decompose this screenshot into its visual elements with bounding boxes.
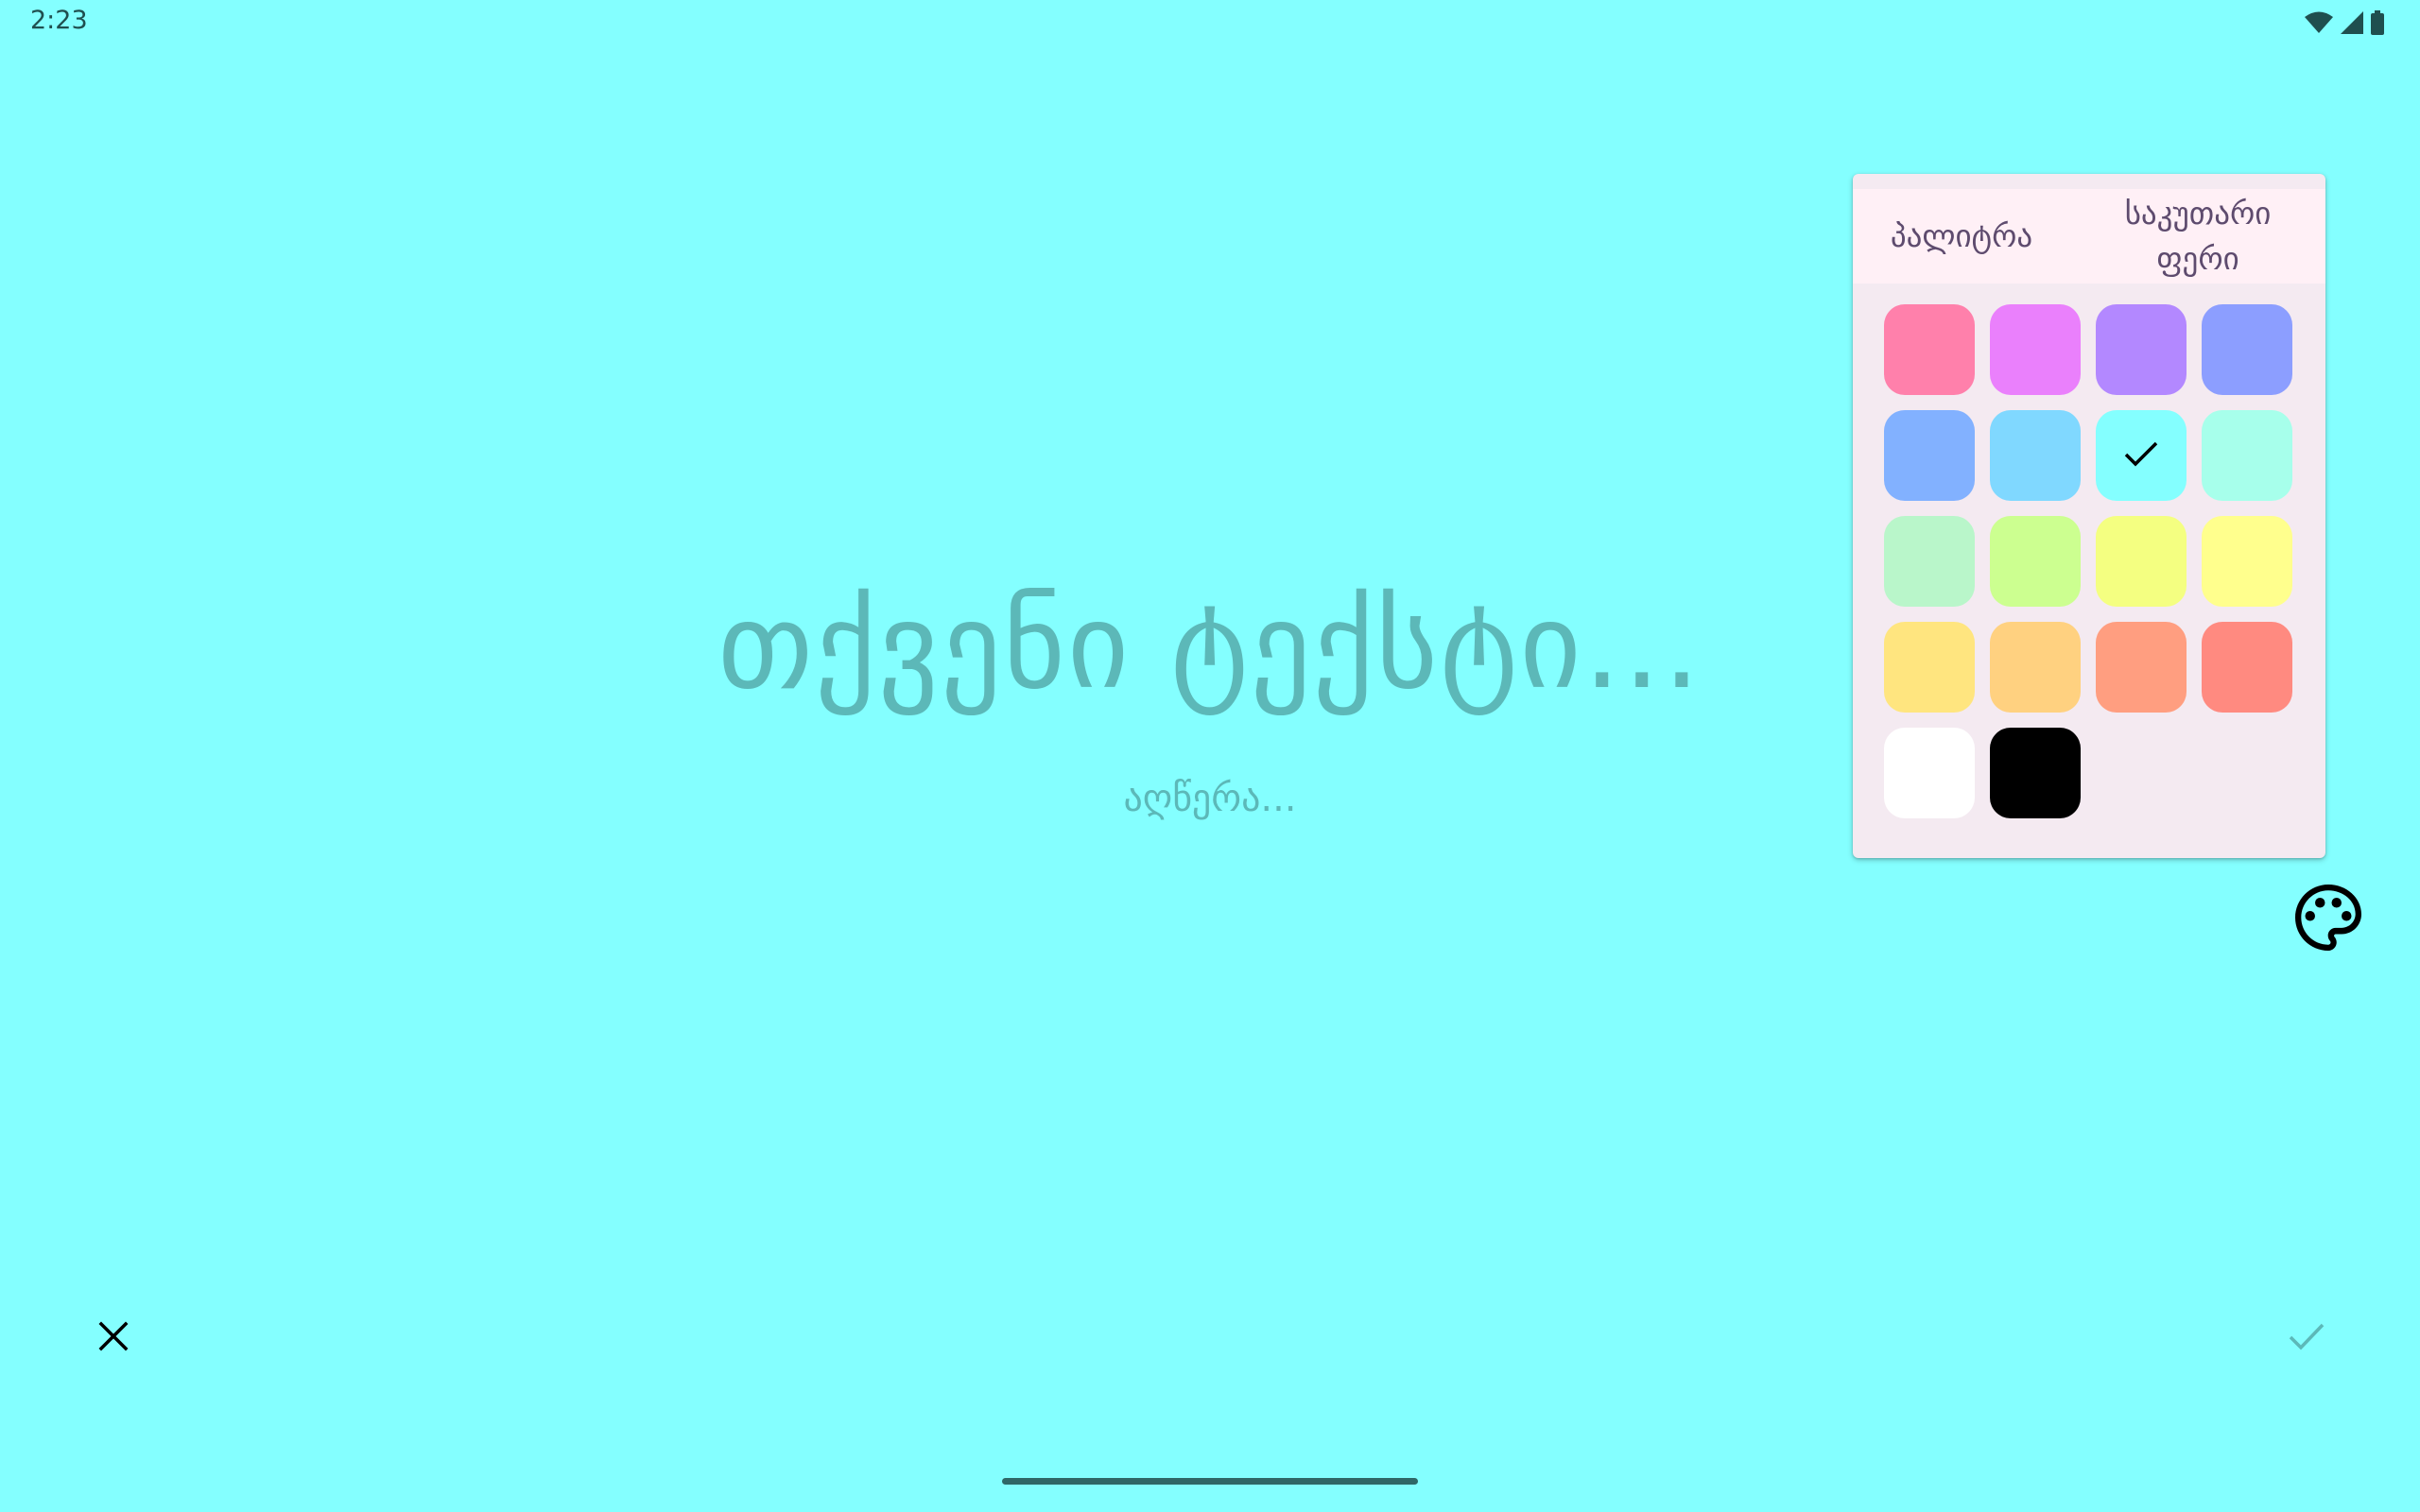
color-swatch[interactable] xyxy=(2202,304,2292,395)
confirm-button[interactable] xyxy=(2278,1310,2335,1366)
color-swatch[interactable] xyxy=(1884,516,1975,607)
color-swatch-selected[interactable] xyxy=(2096,410,2187,501)
tab-custom-color-label: საკუთარი ფერი xyxy=(2124,195,2272,277)
wifi-icon xyxy=(2305,11,2333,34)
check-icon xyxy=(2288,1321,2325,1355)
palette-icon xyxy=(2289,878,2368,961)
color-swatch[interactable] xyxy=(1990,304,2081,395)
check-icon xyxy=(2122,438,2160,472)
color-picker-popup: პალიტრა საკუთარი ფერი xyxy=(1853,174,2325,858)
palette-button[interactable] xyxy=(2288,879,2369,960)
battery-icon xyxy=(2371,10,2384,35)
color-swatch[interactable] xyxy=(1990,622,2081,713)
home-indicator[interactable] xyxy=(1002,1478,1418,1485)
color-swatch[interactable] xyxy=(2096,516,2187,607)
tab-custom-color[interactable]: საკუთარი ფერი xyxy=(2070,189,2325,284)
close-button[interactable] xyxy=(85,1310,142,1366)
tab-palette[interactable]: პალიტრა xyxy=(1853,189,2070,284)
color-swatch[interactable] xyxy=(1990,410,2081,501)
status-time: 2:23 xyxy=(30,6,88,35)
color-swatch[interactable] xyxy=(1990,516,2081,607)
color-swatch[interactable] xyxy=(1884,410,1975,501)
color-swatch[interactable] xyxy=(2096,622,2187,713)
status-bar: 2:23 xyxy=(0,0,2420,45)
color-swatch[interactable] xyxy=(1990,728,2081,818)
color-swatch[interactable] xyxy=(1884,304,1975,395)
color-swatch[interactable] xyxy=(1884,728,1975,818)
color-picker-tabs: პალიტრა საკუთარი ფერი xyxy=(1853,189,2325,284)
color-swatch[interactable] xyxy=(2202,516,2292,607)
color-swatch[interactable] xyxy=(2202,622,2292,713)
close-icon xyxy=(98,1321,129,1355)
status-icons xyxy=(2305,9,2384,36)
color-swatch[interactable] xyxy=(1884,622,1975,713)
color-swatch[interactable] xyxy=(2202,410,2292,501)
signal-icon xyxy=(2341,11,2363,34)
color-swatch[interactable] xyxy=(2096,304,2187,395)
